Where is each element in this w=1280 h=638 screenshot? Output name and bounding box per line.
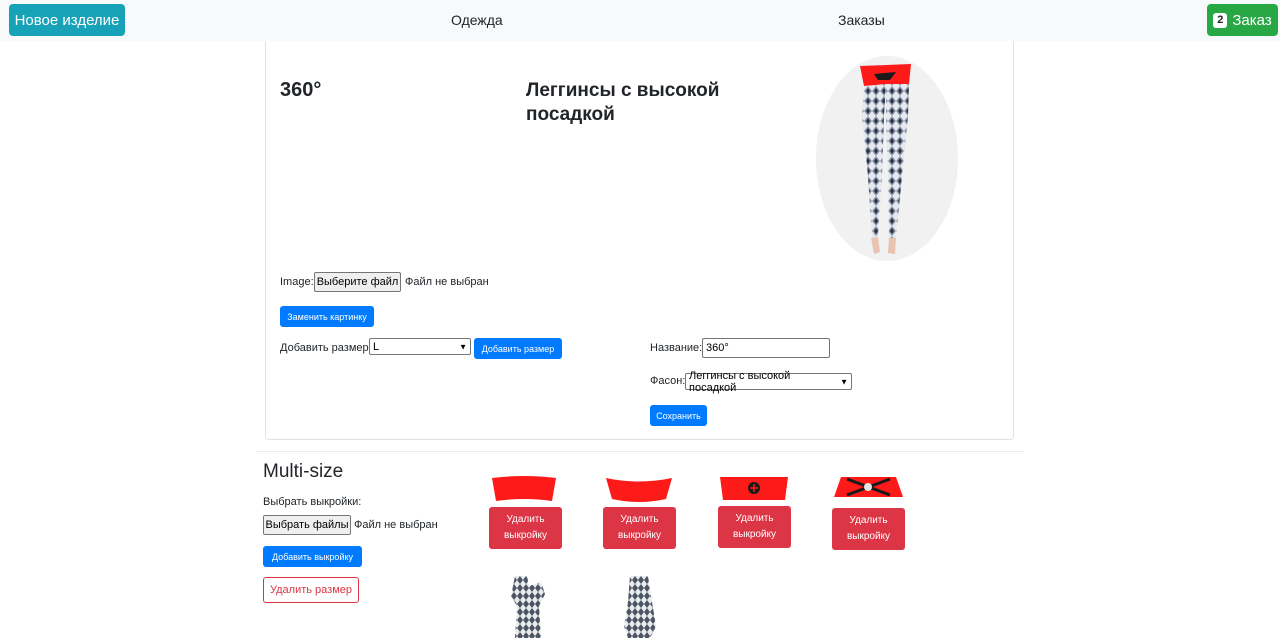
delete-pattern-button[interactable]: Удалить выкройку xyxy=(832,508,905,550)
delete-pattern-button[interactable]: Удалить выкройку xyxy=(603,507,676,549)
chevron-down-icon: ▼ xyxy=(840,377,848,386)
multisize-title: Multi-size xyxy=(263,461,344,482)
size-select[interactable]: L ▼ xyxy=(369,338,471,355)
leggings-photo xyxy=(816,56,958,261)
add-pattern-button[interactable]: Добавить выкройку xyxy=(263,546,362,567)
pattern-leg-image xyxy=(624,576,656,638)
product-title: 360° xyxy=(280,79,322,101)
pattern-waistband-image xyxy=(606,478,672,502)
style-select-value: Леггинсы с высокой посадкой xyxy=(689,369,791,394)
choose-files-button[interactable]: Выбрать файлы xyxy=(263,515,351,535)
add-size-label: Добавить размер: xyxy=(280,342,372,354)
replace-image-button[interactable]: Заменить картинку xyxy=(280,306,374,327)
order-button-label: Заказ xyxy=(1232,11,1272,29)
image-label: Image: xyxy=(280,276,314,288)
add-size-button[interactable]: Добавить размер xyxy=(474,338,562,359)
style-select[interactable]: Леггинсы с высокой посадкой ▼ xyxy=(685,370,852,394)
size-select-value: L xyxy=(373,340,380,353)
section-divider xyxy=(256,451,1024,452)
no-files-text: Файл не выбран xyxy=(354,519,438,531)
choose-file-button[interactable]: Выберите файл xyxy=(314,272,401,292)
delete-pattern-button[interactable]: Удалить выкройку xyxy=(489,507,562,549)
product-image xyxy=(816,56,958,261)
choose-patterns-label: Выбрать выкройки: xyxy=(263,496,362,508)
style-label: Фасон: xyxy=(650,375,686,387)
nav-clothing-link[interactable]: Одежда xyxy=(451,12,503,28)
pattern-leg-image xyxy=(511,576,545,638)
top-navbar: Новое изделие Одежда Заказы 2 Заказ xyxy=(0,0,1280,41)
product-model: Леггинсы с высокой посадкой xyxy=(526,80,720,125)
new-item-button[interactable]: Новое изделие xyxy=(9,4,125,36)
no-file-text: Файл не выбран xyxy=(405,276,489,288)
order-count-badge: 2 xyxy=(1213,12,1228,28)
name-input[interactable]: 360° xyxy=(702,338,830,358)
pattern-waistband-image xyxy=(492,476,556,501)
save-button[interactable]: Сохранить xyxy=(650,405,707,426)
pattern-waistband-image xyxy=(834,477,903,497)
order-button[interactable]: 2 Заказ xyxy=(1207,4,1278,36)
delete-pattern-button[interactable]: Удалить выкройку xyxy=(718,506,791,548)
delete-size-button[interactable]: Удалить размер xyxy=(263,577,359,603)
name-label: Название: xyxy=(650,342,703,354)
nav-orders-link[interactable]: Заказы xyxy=(838,12,885,28)
pattern-waistband-image xyxy=(720,477,788,500)
chevron-down-icon: ▼ xyxy=(459,342,467,351)
